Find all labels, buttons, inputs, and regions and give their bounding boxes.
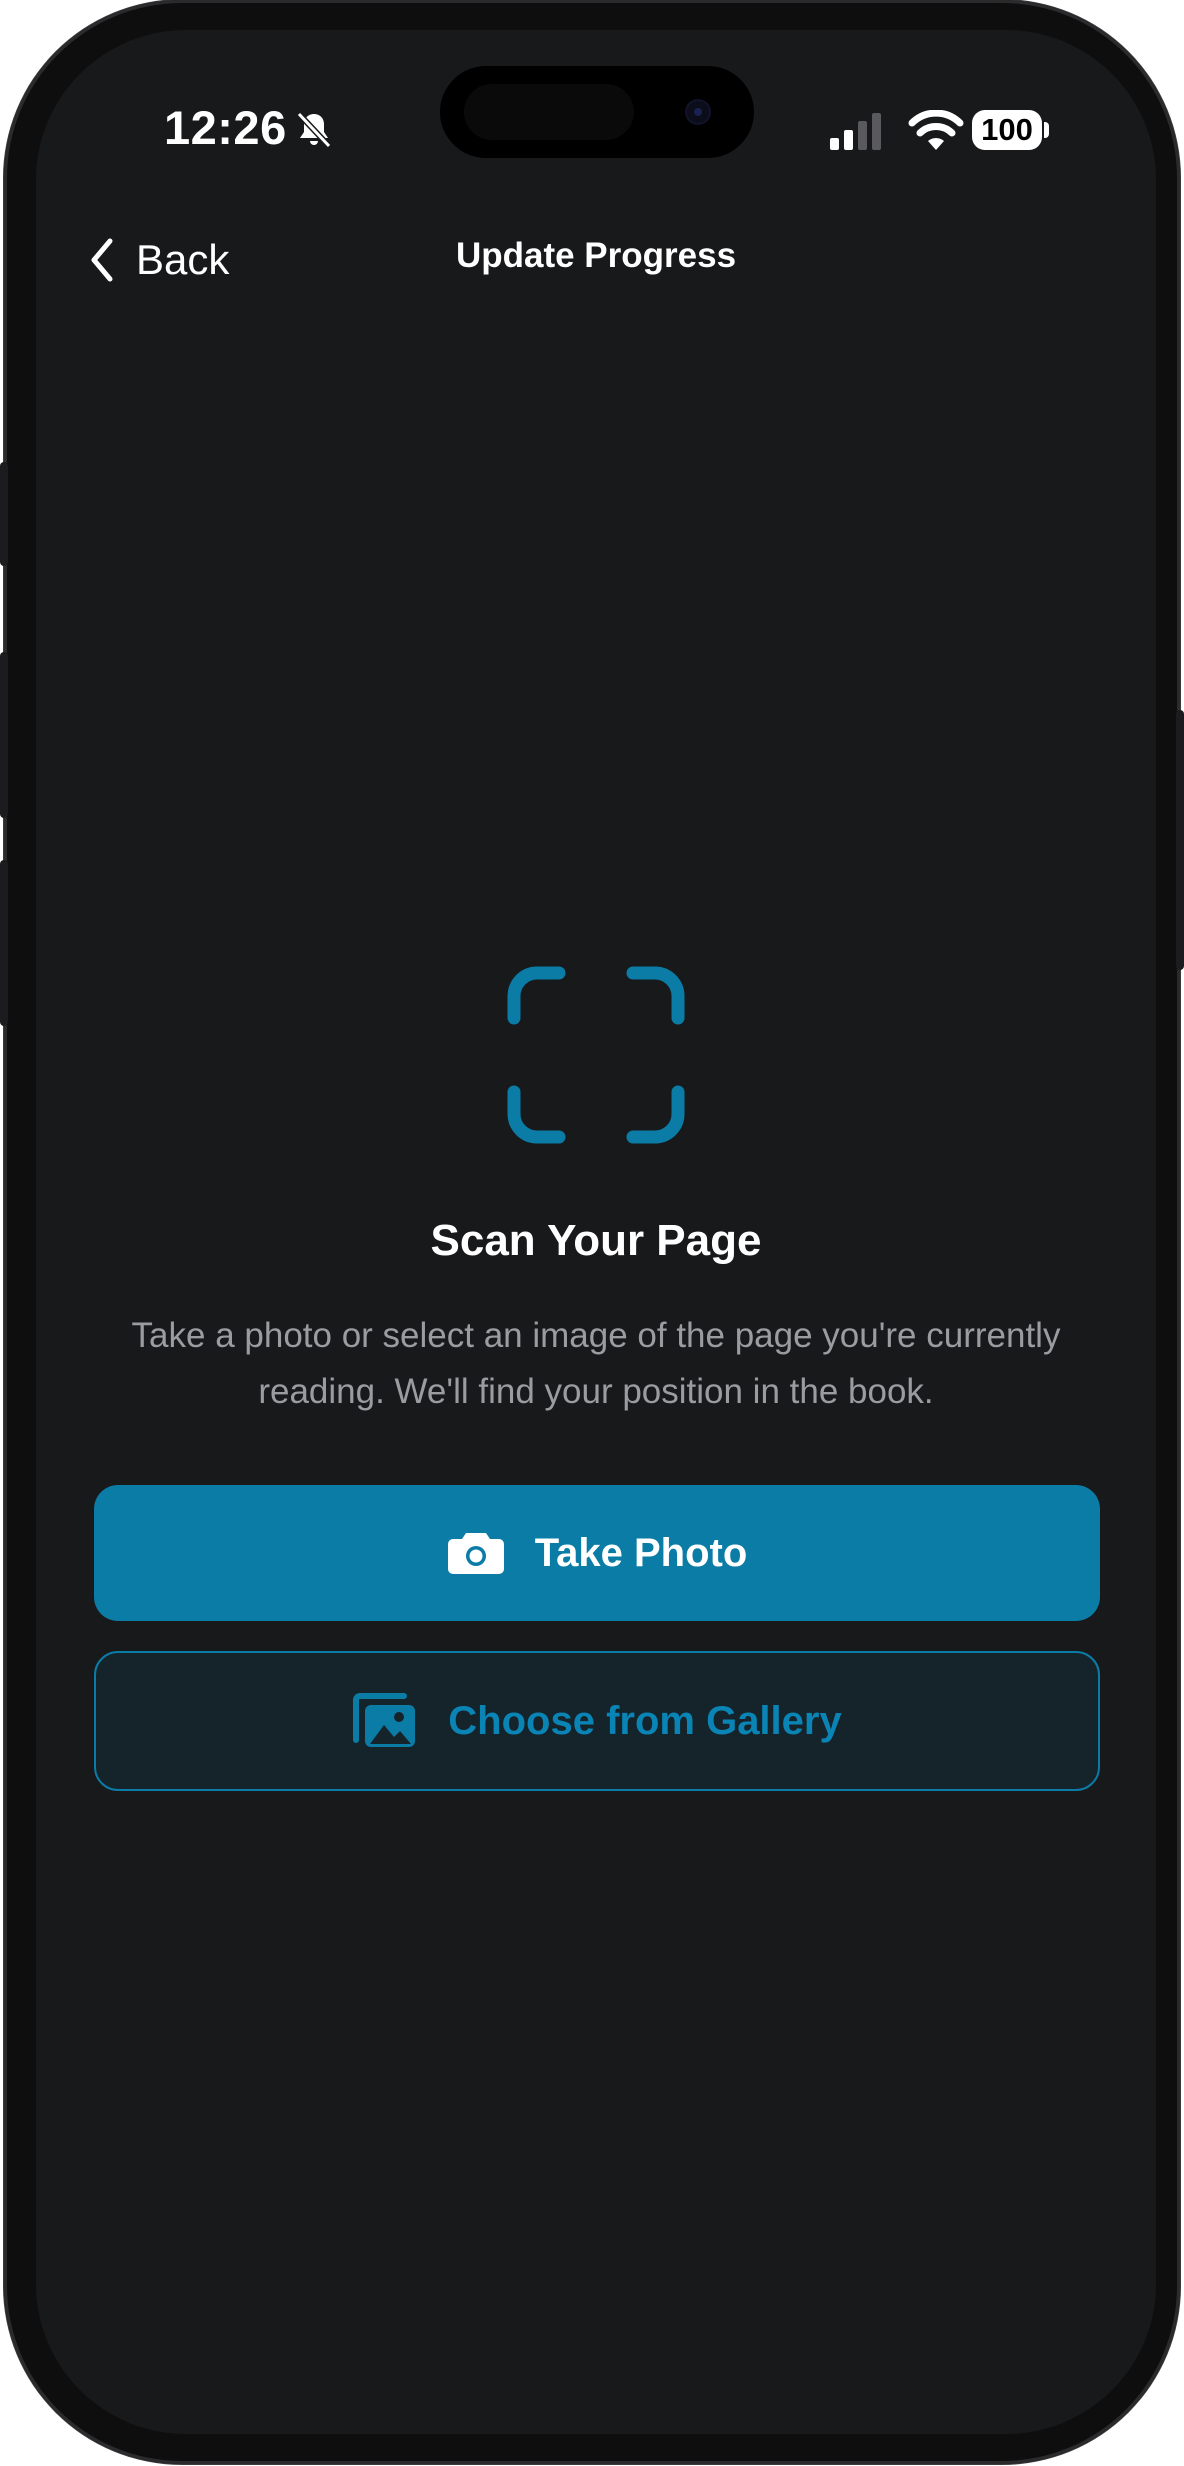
volume-up-button (0, 652, 8, 818)
action-button (0, 462, 8, 566)
page-title: Update Progress (455, 236, 737, 275)
island-sensor (464, 84, 634, 140)
choose-from-gallery-button[interactable]: Choose from Gallery (94, 1651, 1100, 1791)
choose-from-gallery-label: Choose from Gallery (448, 1698, 842, 1743)
camera-icon (447, 1533, 504, 1574)
battery-nub (1044, 122, 1049, 138)
take-photo-label: Take Photo (534, 1530, 748, 1575)
battery-icon: 100 (972, 110, 1042, 150)
power-button (1176, 710, 1184, 970)
front-camera (687, 101, 709, 123)
app-screen: 12:26 100 Back Update Progress Scan Your… (36, 30, 1156, 2434)
bell-slash-icon (296, 111, 332, 149)
phone-frame: 12:26 100 Back Update Progress Scan Your… (0, 0, 1184, 2464)
dynamic-island (440, 66, 754, 158)
wifi-icon (908, 110, 964, 150)
scan-viewfinder-icon (507, 966, 685, 1144)
status-time: 12:26 (164, 101, 287, 154)
scan-heading: Scan Your Page (430, 1216, 762, 1265)
volume-down-button (0, 860, 8, 1026)
cellular-signal-icon (830, 113, 881, 150)
take-photo-button[interactable]: Take Photo (94, 1485, 1100, 1621)
photo-gallery-icon (353, 1693, 416, 1747)
scan-description: Take a photo or select an image of the p… (131, 1316, 1061, 1411)
